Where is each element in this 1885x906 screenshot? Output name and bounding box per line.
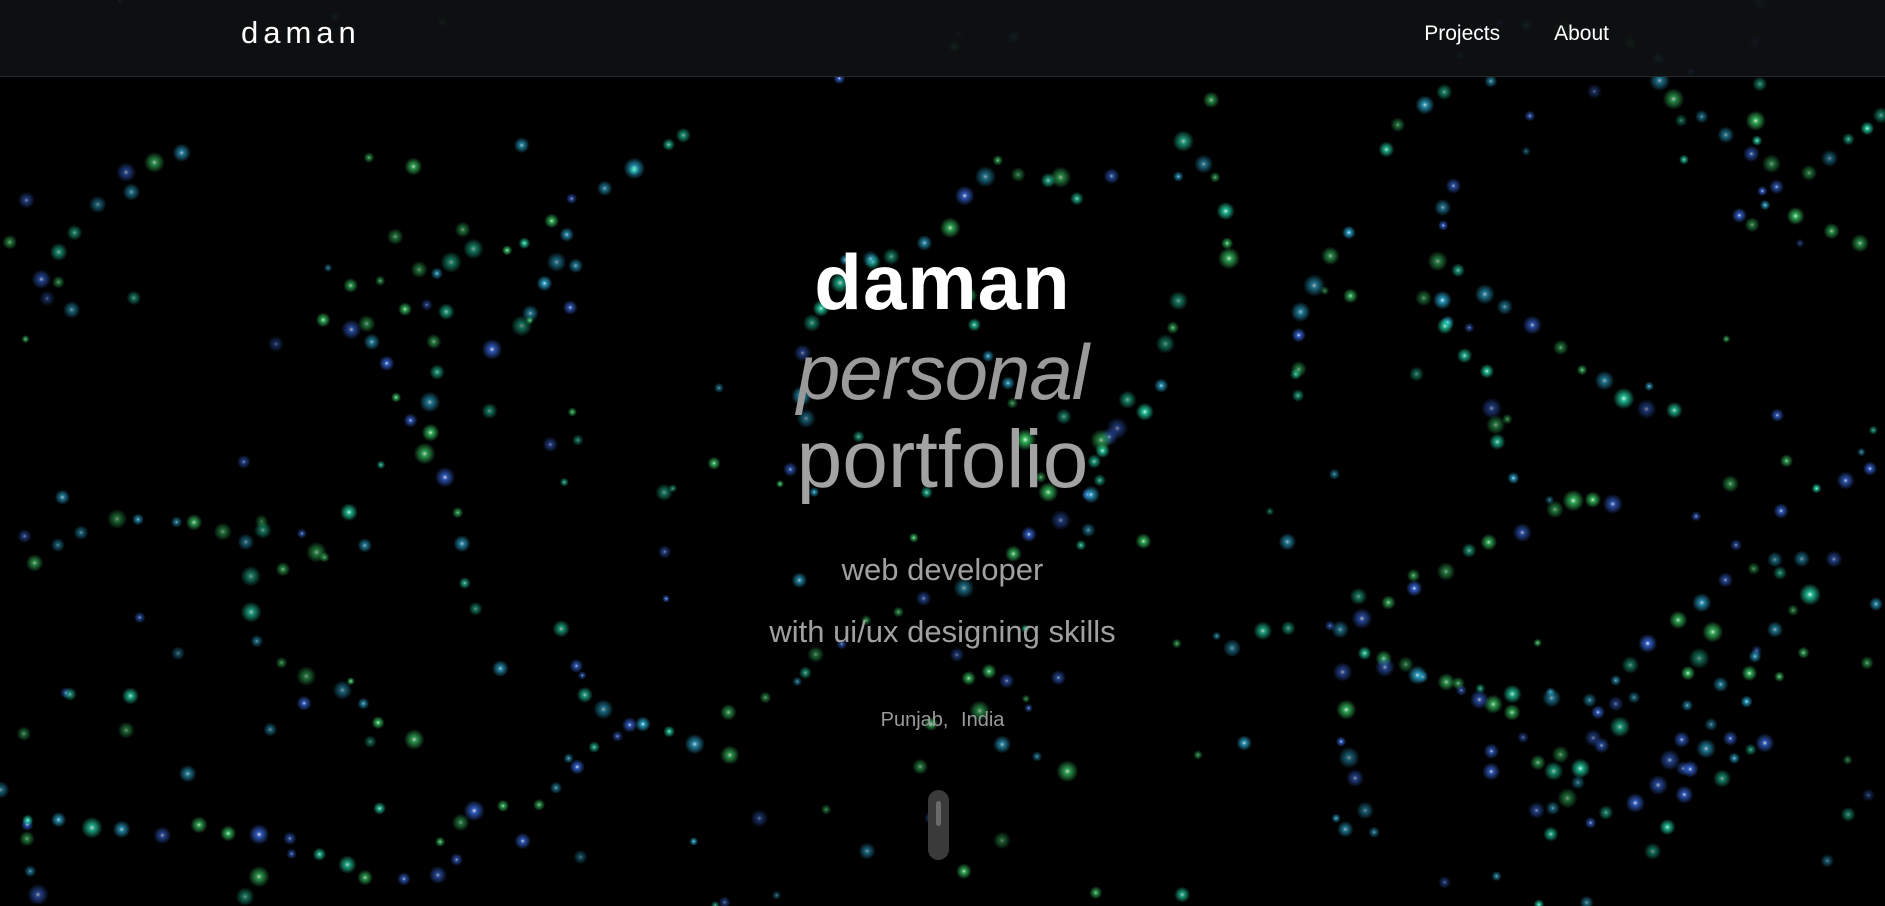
location-country: India bbox=[961, 709, 1005, 731]
hero-role-line-2: with ui/ux designing skills bbox=[769, 614, 1116, 649]
scroll-wheel-indicator bbox=[936, 801, 941, 826]
hero-section: daman personal portfolio web developer w… bbox=[0, 0, 1885, 906]
nav-link-about[interactable]: About bbox=[1554, 22, 1609, 46]
hero-word-portfolio: portfolio bbox=[796, 414, 1089, 505]
nav-link-projects[interactable]: Projects bbox=[1424, 22, 1500, 46]
hero-role-line-1: web developer bbox=[841, 552, 1044, 587]
top-navbar: daman Projects About bbox=[0, 0, 1885, 77]
brand-logo[interactable]: daman bbox=[241, 15, 361, 51]
portfolio-page: daman Projects About daman personal port… bbox=[0, 0, 1885, 906]
hero-word-personal: personal bbox=[796, 328, 1089, 416]
location-state: Punjab, bbox=[880, 709, 949, 731]
hero-location: Punjab, India bbox=[0, 708, 1885, 732]
nav-links: Projects About bbox=[1424, 22, 1609, 46]
scroll-mouse-icon[interactable] bbox=[928, 790, 949, 860]
hero-name: daman bbox=[814, 238, 1071, 326]
